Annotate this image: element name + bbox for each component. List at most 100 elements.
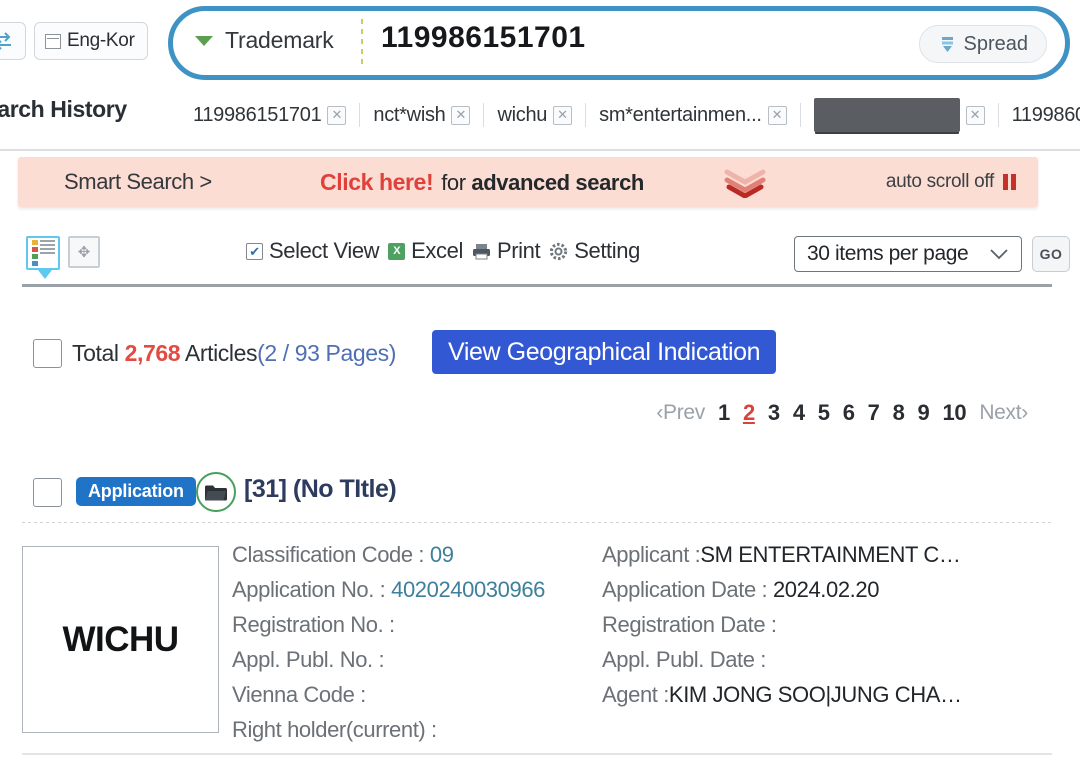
page-button-2[interactable]: 2 (743, 400, 755, 426)
total-prefix: Total (72, 340, 119, 366)
swap-language-icon (0, 32, 11, 50)
items-per-page-select[interactable]: 30 items per page (794, 236, 1022, 272)
page-button-1[interactable]: 1 (718, 400, 730, 426)
select-view-button[interactable]: ✔ Select View (246, 238, 380, 264)
advanced-search-promo[interactable]: Click here! for advanced search (320, 169, 644, 196)
close-icon[interactable]: ✕ (451, 105, 471, 125)
history-chip[interactable]: sm*entertainmen... ✕ (586, 104, 799, 127)
history-chip[interactable]: 119986151701 ✕ (180, 104, 359, 127)
kipris-search-results-page: Eng-Kor Trademark 119986151701 Spread ar… (0, 0, 1080, 772)
close-icon[interactable]: ✕ (327, 105, 347, 125)
smart-search-link[interactable]: Smart Search > (64, 169, 212, 195)
pages-total: / 93 Pages (276, 340, 389, 366)
excel-button[interactable]: X Excel (388, 238, 463, 264)
print-button[interactable]: Print (472, 238, 541, 264)
auto-scroll-toggle[interactable]: auto scroll off (886, 171, 1016, 193)
next-page-button[interactable]: Next› (979, 401, 1028, 425)
setting-button[interactable]: Setting (549, 238, 640, 264)
setting-label: Setting (574, 238, 640, 263)
auto-scroll-label: auto scroll off (885, 171, 994, 192)
excel-label: Excel (411, 238, 463, 263)
pagination: ‹Prev 1 2 3 4 5 6 7 8 9 10 Next› (656, 400, 1028, 426)
page-button-10[interactable]: 10 (942, 400, 966, 426)
current-page-number: 2 (264, 340, 277, 366)
field-label: Agent : (602, 682, 669, 707)
status-badge: Application (76, 477, 196, 506)
field-value: 2024.02.20 (772, 577, 880, 602)
history-chip-label: 119986151701 (193, 103, 322, 126)
page-button-5[interactable]: 5 (818, 400, 830, 426)
prev-page-button[interactable]: ‹Prev (656, 401, 705, 425)
page-button-7[interactable]: 7 (868, 400, 880, 426)
field-label: Vienna Code : (232, 682, 366, 707)
swap-language-button[interactable] (0, 22, 26, 60)
field-right-holder: Right holder(current) : (232, 717, 592, 752)
result-item-header: Application [31] (No TItle) (0, 470, 1080, 522)
close-icon[interactable]: ✕ (965, 105, 985, 125)
go-button[interactable]: GO (1032, 236, 1070, 272)
search-history-title: Search History (0, 96, 127, 122)
result-fields-right: Applicant :SM ENTERTAINMENT C… Applicati… (602, 542, 1052, 717)
search-history-chips: 119986151701 ✕ nct*wish ✕ wichu ✕ sm*ent… (180, 98, 1080, 132)
image-view-icon[interactable]: ✥ (68, 236, 100, 268)
toolbar-actions: ✔ Select View X Excel Print Setting (246, 238, 640, 264)
field-application-no: Application No. : 4020240030966 (232, 577, 592, 612)
result-title[interactable]: [31] (No TItle) (244, 475, 397, 504)
for-label: for (441, 169, 466, 195)
search-pill: Trademark 119986151701 Spread (168, 6, 1070, 80)
print-label: Print (496, 238, 541, 263)
gear-icon (550, 242, 568, 260)
history-chip-redacted[interactable]: ✕ (801, 98, 998, 132)
eng-kor-toggle-button[interactable]: Eng-Kor (34, 22, 148, 60)
result-checkbox[interactable] (33, 478, 62, 507)
history-chip[interactable]: wichu ✕ (484, 104, 585, 127)
page-button-9[interactable]: 9 (918, 400, 930, 426)
bottom-divider (22, 753, 1052, 755)
history-chip-label: nct*wish (373, 103, 446, 126)
history-chip[interactable]: nct*wish ✕ (360, 104, 483, 127)
field-agent: Agent :KIM JONG SOO|JUNG CHA… (602, 682, 1052, 717)
field-registration-no: Registration No. : (232, 612, 592, 647)
view-geographical-indication-button[interactable]: View Geographical Indication (432, 330, 777, 374)
field-applicant: Applicant :SM ENTERTAINMENT C… (602, 542, 1052, 577)
folder-glyph-icon (205, 485, 227, 500)
pause-icon (1003, 174, 1016, 190)
select-view-label: Select View (269, 238, 380, 263)
field-label: Application Date : (602, 577, 773, 602)
result-divider (22, 522, 1052, 523)
page-button-8[interactable]: 8 (893, 400, 905, 426)
result-fields-left: Classification Code : 09 Application No.… (232, 542, 592, 752)
close-icon[interactable]: ✕ (553, 105, 573, 125)
history-chip-label: sm*entertainmen... (599, 103, 762, 126)
close-icon[interactable]: ✕ (767, 105, 787, 125)
field-value[interactable]: 09 (430, 542, 454, 567)
field-appl-publ-date: Appl. Publ. Date : (602, 647, 1052, 682)
results-summary-row: Total 2,768 Articles(2 / 93 Pages) View … (0, 330, 1080, 386)
spread-button[interactable]: Spread (918, 25, 1047, 63)
history-chip-label: 11998609839 (1011, 103, 1080, 126)
field-value: SM ENTERTAINMENT C… (700, 542, 961, 567)
list-view-icon[interactable] (26, 236, 60, 270)
smart-search-banner: Smart Search > Click here! for advanced … (18, 157, 1038, 207)
page-button-3[interactable]: 3 (768, 400, 780, 426)
pages-close: ) (388, 340, 397, 366)
folder-icon[interactable] (196, 472, 236, 512)
top-search-bar: Eng-Kor Trademark 119986151701 Spread (0, 0, 1080, 88)
page-button-6[interactable]: 6 (843, 400, 855, 426)
results-toolbar: ✥ ✔ Select View X Excel Print Setting 30… (0, 228, 1080, 288)
search-input[interactable]: 119986151701 (381, 21, 586, 55)
total-articles-text: Total 2,768 Articles(2 / 93 Pages) (72, 340, 396, 367)
history-chip[interactable]: 11998609839 (999, 104, 1080, 127)
field-label: Classification Code : (232, 542, 430, 567)
field-value[interactable]: 4020240030966 (391, 577, 545, 602)
select-all-checkbox[interactable] (33, 339, 62, 368)
field-appl-publ-no: Appl. Publ. No. : (232, 647, 592, 682)
field-label: Application No. : (232, 577, 392, 602)
eng-kor-label: Eng-Kor (67, 30, 135, 51)
trademark-image[interactable]: WICHU (22, 546, 219, 733)
spread-icon (941, 36, 953, 52)
search-type-dropdown[interactable]: Trademark (195, 27, 334, 54)
field-registration-date: Registration Date : (602, 612, 1052, 647)
search-history-bar: Search History 119986151701 ✕ nct*wish ✕… (0, 92, 1080, 144)
page-button-4[interactable]: 4 (793, 400, 805, 426)
